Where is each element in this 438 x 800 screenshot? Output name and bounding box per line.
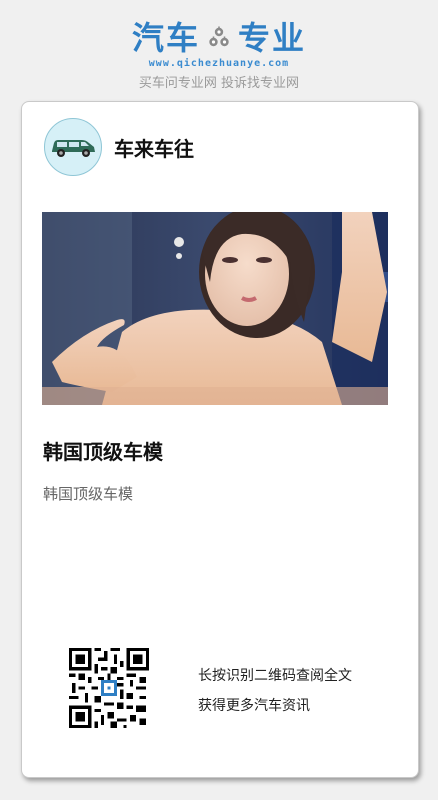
article-title[interactable]: 韩国顶级车模	[43, 436, 163, 465]
car-model-photo	[42, 212, 388, 405]
gear-icon	[209, 26, 229, 47]
logo-url: www.qichezhuanye.com	[148, 58, 290, 69]
article-image[interactable]	[42, 212, 388, 405]
logo-text-right: 专业	[238, 19, 307, 57]
qr-hint-line2: 获得更多汽车资讯	[198, 698, 310, 714]
article-summary: 韩国顶级车模	[43, 485, 134, 503]
logo-text-left: 汽车	[131, 19, 200, 57]
article-card[interactable]: 车来车往 韩国顶级车模 韩国顶级车模 长按识别二维码查阅全文 获得更多汽车资讯	[21, 101, 419, 778]
qr-code-icon[interactable]	[69, 648, 149, 728]
site-header: 汽车 专业 www.qichezhuanye.com 买车问专业网 投诉找专业网	[0, 0, 438, 100]
author-row[interactable]: 车来车往	[44, 118, 194, 176]
qr-hint-line1: 长按识别二维码查阅全文	[198, 668, 352, 684]
avatar[interactable]	[44, 118, 102, 176]
green-car-icon	[52, 140, 95, 157]
site-logo[interactable]: 汽车 专业	[0, 20, 438, 56]
logo-slogan: 买车问专业网 投诉找专业网	[138, 76, 300, 91]
author-name[interactable]: 车来车往	[114, 133, 194, 162]
